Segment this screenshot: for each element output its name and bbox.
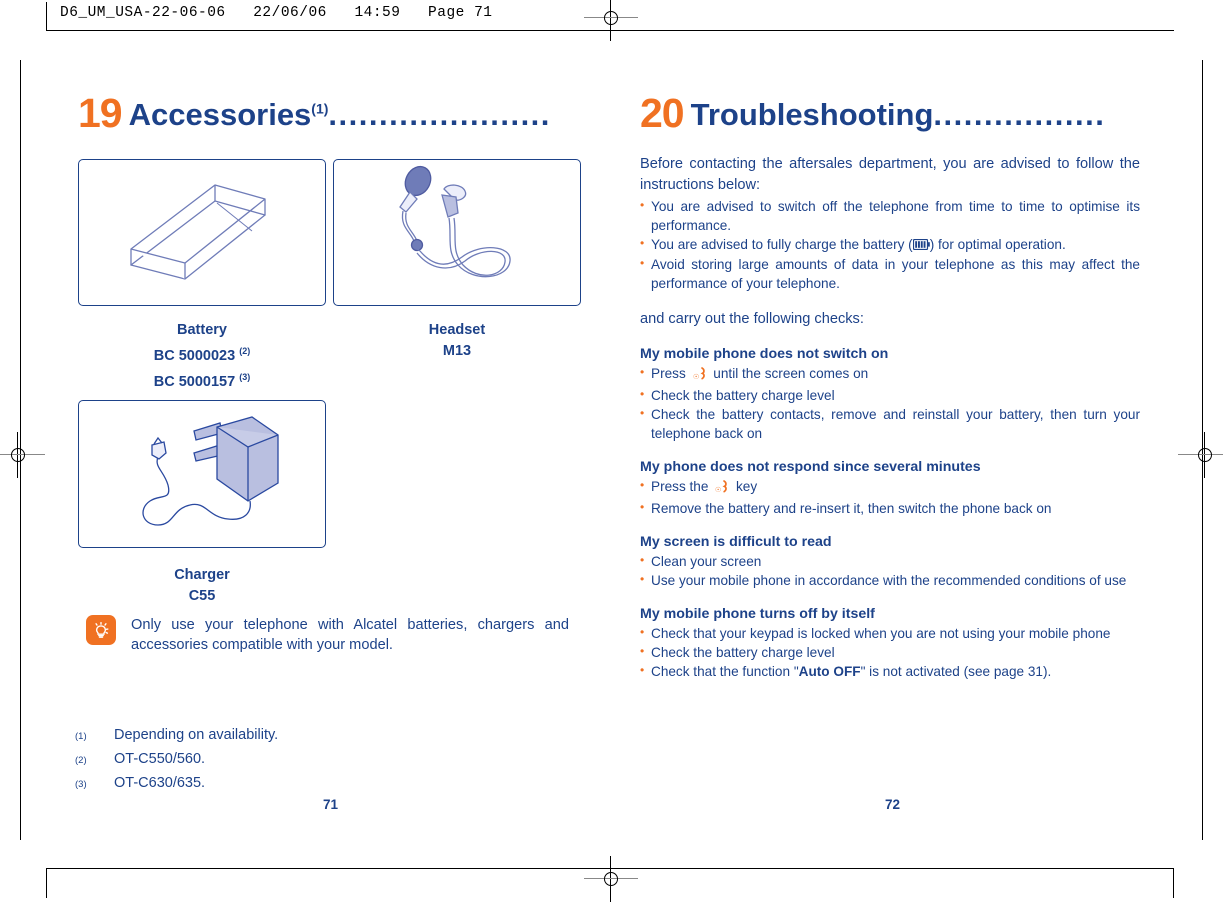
footnote-marker: (1) [75,731,87,742]
chapter-number: 19 [78,90,123,136]
intro-paragraph: Before contacting the aftersales departm… [640,156,1140,193]
page-title-troubleshooting: 20 Troubleshooting................. [640,93,1105,134]
section-heading: My phone does not respond since several … [640,458,981,475]
section-item-list: Press the ☉ key Remove the battery and r… [640,476,1140,518]
print-slug-text: D6_UM_USA-22-06-06 22/06/06 14:59 Page 7… [60,5,493,21]
troubleshooting-section: My mobile phone turns off by itself Chec… [640,604,1140,681]
footnote-marker: (2) [75,755,87,766]
list-item: Clean your screen [640,551,1140,571]
caption-line: M13 [442,343,472,359]
page-title-accessories: 19 Accessories(1)...................... [78,93,551,134]
troubleshooting-section: My phone does not respond since several … [640,457,1140,518]
chapter-title: Accessories [128,97,312,132]
caption-line: BC 5000023 (2) [153,346,251,364]
list-item: Check the battery charge level [640,642,1140,662]
lightbulb-tip-icon [86,615,116,645]
troubleshooting-section: My mobile phone does not switch on Press… [640,344,1140,443]
footnote-marker: (3) [75,779,87,790]
battery-level-icon [912,236,930,255]
list-item: Press the ☉ key [640,476,1140,499]
caption-charger: Charger C55 [78,565,326,607]
footnote-item: (1) Depending on availability. [75,724,475,748]
registration-mark-right [1178,432,1223,478]
list-item: Remove the battery and re-insert it, the… [640,498,1140,518]
caption-battery: Battery BC 5000023 (2) BC 5000157 (3) [78,320,326,393]
section-item-list: Press ☉ until the screen comes on Check … [640,363,1140,443]
caption-line: BC 5000157 (3) [153,371,251,390]
page-number-left: 71 [323,797,339,812]
list-item: You are advised to switch off the teleph… [640,196,1140,235]
list-item: Check that your keypad is locked when yo… [640,623,1140,643]
right-trim-mark [1173,869,1174,898]
footnote-item: (2) OT-C550/560. [75,748,475,772]
list-item: Check the battery charge level [640,385,1140,405]
registration-mark-bottom [584,856,638,902]
caption-line: Headset [428,322,486,338]
footnote-item: (3) OT-C630/635. [75,772,475,796]
chapter-footnote-marker: (1) [311,100,329,117]
caption-headset: Headset M13 [333,320,581,362]
registration-mark-top [584,0,638,41]
battery-illustration [130,183,266,280]
section-item-list: Check that your keypad is locked when yo… [640,623,1140,681]
tip-note-text: Only use your telephone with Alcatel bat… [131,617,569,653]
list-item: You are advised to fully charge the batt… [640,234,1140,255]
product-image-headset [333,159,581,306]
charger-illustration [142,416,279,526]
section-heading: My mobile phone turns off by itself [640,605,875,622]
product-image-battery [78,159,326,306]
section-item-list: Clean your screen Use your mobile phone … [640,551,1140,590]
page-number-right: 72 [885,797,901,812]
product-image-charger [78,400,326,548]
svg-text:☉: ☉ [715,486,721,494]
chapter-number: 20 [640,90,685,136]
svg-text:☉: ☉ [693,373,699,381]
tip-note: Only use your telephone with Alcatel bat… [86,615,586,655]
registration-mark-left [0,432,45,478]
section-heading: My mobile phone does not switch on [640,345,889,362]
list-item: Avoid storing large amounts of data in y… [640,254,1140,293]
caption-line: Charger [174,567,230,583]
chapter-leader-dots: ................. [933,97,1106,132]
footnote-text: Depending on availability. [114,727,279,743]
list-item: Check the battery contacts, remove and r… [640,404,1140,443]
power-key-icon: ☉ [714,479,730,499]
footnote-text: OT-C630/635. [114,775,206,791]
intro-bullet-list: You are advised to switch off the teleph… [640,196,1140,293]
caption-line: Battery [177,322,227,338]
troubleshooting-section: My screen is difficult to read Clean you… [640,532,1140,590]
headset-illustration [398,165,511,278]
lightbulb-icon-glyph [95,621,109,638]
power-key-icon: ☉ [692,366,708,386]
section-heading: My screen is difficult to read [640,533,832,550]
checks-lead-paragraph: and carry out the following checks: [640,311,864,327]
caption-line: C55 [188,588,216,604]
left-trim-mark [46,869,47,898]
emphasised-setting-name: Auto OFF [798,663,861,679]
list-item: Use your mobile phone in accordance with… [640,570,1140,590]
footnote-text: OT-C550/560. [114,751,206,767]
footnotes-list: (1) Depending on availability. (2) OT-C5… [75,724,475,796]
list-item: Check that the function "Auto OFF" is no… [640,661,1140,681]
list-item: Press ☉ until the screen comes on [640,363,1140,386]
chapter-title: Troubleshooting [690,97,934,132]
chapter-leader-dots: ...................... [328,97,551,132]
